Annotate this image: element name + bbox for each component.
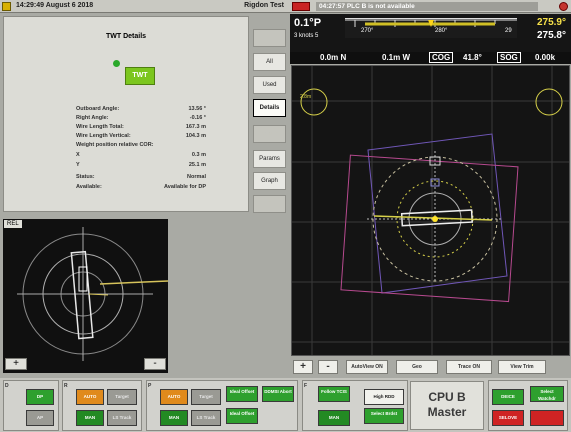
mini-zoom-in-button[interactable]: + bbox=[5, 358, 27, 370]
position-bar: 0.0m N 0.1m W COG 41.8° SOG 0.00k bbox=[290, 52, 571, 64]
scroll-down-button[interactable]: ▼ bbox=[253, 195, 286, 213]
corner-range-label: 2.8m bbox=[300, 94, 312, 100]
mini-zoom-out-button[interactable]: - bbox=[144, 358, 166, 370]
detail-row: Weight position relative COR: bbox=[76, 142, 154, 148]
scroll-up-button[interactable]: ▲ bbox=[253, 29, 286, 47]
mini-radar-graphic bbox=[17, 227, 168, 361]
right-title-bar: 04:27:57 PLC B is not available bbox=[290, 0, 571, 13]
high-rdd-button[interactable]: High RDD bbox=[364, 389, 404, 405]
scale-label: 270° bbox=[361, 28, 374, 34]
selove-button[interactable]: SELOVE bbox=[492, 410, 524, 426]
pos-north: 0.0m N bbox=[320, 53, 347, 62]
p-ls-track-button[interactable]: LS Track bbox=[191, 410, 221, 426]
deice-button[interactable]: DEICE bbox=[492, 389, 524, 405]
zoom-in-button[interactable]: + bbox=[293, 360, 313, 374]
twt-button[interactable]: TWT bbox=[125, 67, 155, 85]
cpu-name: CPU B bbox=[428, 390, 466, 404]
ap-button[interactable]: AP bbox=[26, 410, 54, 426]
alarm-indicator-icon[interactable] bbox=[292, 2, 310, 11]
group-letter: D bbox=[5, 383, 9, 389]
detail-row: Y 25.1 m bbox=[76, 162, 206, 168]
main-radar-view: 2.8m bbox=[291, 65, 570, 356]
heading-set-value: 275.8° bbox=[536, 30, 566, 41]
heading-scale: 270° 280° 29 bbox=[345, 18, 517, 38]
p-auto-button[interactable]: AUTO bbox=[160, 389, 188, 405]
autoview-button[interactable]: AutoView ON bbox=[346, 360, 388, 374]
group-letter: P bbox=[148, 383, 152, 389]
twt-details-panel: TWT Details TWT Outboard Angle: 13.56 ° R… bbox=[3, 16, 249, 212]
cog-label: COG bbox=[429, 52, 454, 63]
detail-row: Outboard Angle: 13.56 ° bbox=[76, 106, 206, 112]
heading-offset: 0.1°P bbox=[294, 17, 322, 29]
graph-button[interactable]: Graph bbox=[253, 172, 286, 190]
mini-radar-view: REL + - bbox=[3, 219, 168, 373]
alarm-button[interactable] bbox=[530, 410, 564, 426]
status-dot-icon bbox=[113, 60, 120, 67]
r-target-button[interactable]: Target bbox=[107, 389, 137, 405]
params-button[interactable]: Params bbox=[253, 150, 286, 168]
panel-title: TWT Details bbox=[105, 33, 147, 40]
follow-tcis-button[interactable]: Follow TCIS bbox=[318, 386, 350, 402]
group-letter: R bbox=[64, 383, 68, 389]
zoom-out-button[interactable]: - bbox=[318, 360, 338, 374]
select-watchdr-button[interactable]: Select Watchdr bbox=[530, 386, 564, 402]
r-ls-track-button[interactable]: LS Track bbox=[107, 410, 137, 426]
r-man-button[interactable]: MAN bbox=[76, 410, 104, 426]
origin-button[interactable]: Origin bbox=[253, 125, 286, 143]
dp-button[interactable]: DP bbox=[26, 389, 54, 405]
sog-label: SOG bbox=[497, 52, 521, 63]
geo-button[interactable]: Geo bbox=[396, 360, 438, 374]
detail-row: Right Angle: -0.16 ° bbox=[76, 115, 206, 121]
trace-button[interactable]: Trace ON bbox=[446, 360, 492, 374]
ddmsi-abort-button[interactable]: DDMSI Abort bbox=[262, 386, 294, 402]
heading-value: 275.9° bbox=[536, 17, 566, 28]
app-logo-icon bbox=[2, 2, 11, 11]
pos-west: 0.1m W bbox=[382, 53, 411, 62]
detail-row: X 0.3 m bbox=[76, 152, 206, 158]
p-ideal-offset-button[interactable]: Ideal Offset bbox=[226, 386, 258, 402]
cpu-role: Master bbox=[427, 405, 467, 419]
view-trim-button[interactable]: View Trim bbox=[498, 360, 546, 374]
scale-label: 280° bbox=[435, 28, 448, 34]
close-icon[interactable] bbox=[559, 2, 568, 11]
select-brdst-button[interactable]: Select Brdst bbox=[364, 408, 404, 424]
sog-value: 0.00k bbox=[535, 53, 556, 62]
detail-row: Status: Normal bbox=[76, 174, 206, 180]
detail-row: Available: Available for DP bbox=[76, 184, 206, 190]
detail-row: Wire Length Vertical: 104.3 m bbox=[76, 133, 206, 139]
p-man-button[interactable]: MAN bbox=[160, 410, 188, 426]
heading-bar: 0.1°P 3 knots 5 270° 280° 29 275.9° 275.… bbox=[290, 14, 571, 52]
cog-value: 41.8° bbox=[463, 53, 482, 62]
used-button[interactable]: Used bbox=[253, 76, 286, 94]
f-man-button[interactable]: MAN bbox=[318, 410, 350, 426]
all-button[interactable]: All bbox=[253, 53, 286, 71]
scale-label: 29 bbox=[505, 28, 512, 34]
alarm-message: 04:27:57 PLC B is not available bbox=[316, 2, 538, 11]
cpu-status: CPU B Master bbox=[410, 381, 484, 430]
speed-label: 3 knots 5 bbox=[294, 33, 319, 39]
r-auto-button[interactable]: AUTO bbox=[76, 389, 104, 405]
site-label: Rigdon Test bbox=[244, 2, 284, 9]
radar-graphic bbox=[292, 66, 569, 355]
clock-label: 14:29:49 August 6 2018 bbox=[16, 2, 94, 9]
p-ideal-offset-2-button[interactable]: Ideal Offset bbox=[226, 408, 258, 424]
detail-row: Wire Length Total: 167.3 m bbox=[76, 124, 206, 130]
details-button[interactable]: Details bbox=[253, 99, 286, 117]
left-title-bar: 14:29:49 August 6 2018 Rigdon Test bbox=[0, 0, 290, 13]
p-target-button[interactable]: Target bbox=[191, 389, 221, 405]
group-letter: F bbox=[304, 383, 308, 389]
